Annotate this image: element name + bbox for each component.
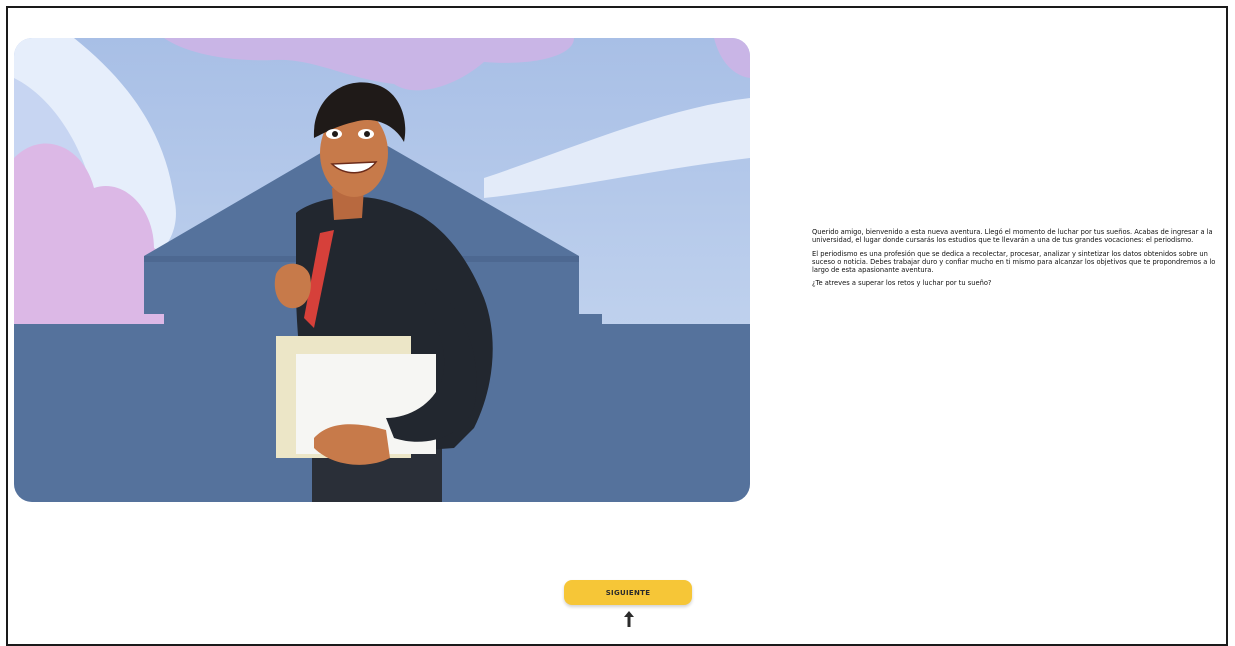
intro-paragraph-3: ¿Te atreves a superar los retos y luchar… (812, 279, 992, 288)
mouse-pointer-icon (624, 611, 634, 627)
intro-paragraph-2: El periodismo es una profesión que se de… (812, 249, 1216, 275)
next-button[interactable]: SIGUIENTE (564, 580, 692, 605)
intro-paragraph-1: Querido amigo, bienvenido a esta nueva a… (812, 228, 1213, 245)
intro-text: Querido amigo, bienvenido a esta nueva a… (812, 228, 1228, 293)
hero-illustration (14, 38, 750, 502)
